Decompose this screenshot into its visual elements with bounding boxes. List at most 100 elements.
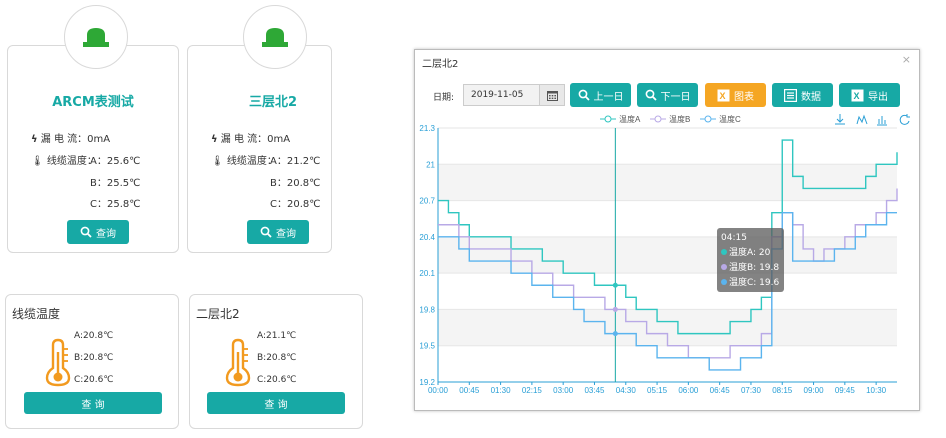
lightning-icon: ϟ (31, 134, 38, 145)
y-tick-label: 21.3 (419, 124, 435, 133)
x-tick-label: 03:45 (584, 386, 605, 395)
temp-a-row: A：25.6℃ (90, 156, 141, 167)
x-tick-label: 06:45 (710, 386, 731, 395)
next-day-button[interactable]: 下一日 (637, 83, 698, 107)
svg-text:X: X (720, 91, 726, 101)
temp-b-value: B:20.8℃ (74, 353, 114, 363)
thermometer-icon: 🌡 (211, 156, 224, 167)
calendar-icon (546, 90, 558, 101)
bar-chart-icon[interactable] (877, 116, 887, 126)
tooltip-time: 04:15 (721, 233, 747, 243)
legend-marker (654, 115, 662, 123)
device-title: 三层北2 (248, 95, 298, 110)
list-icon (784, 88, 797, 102)
temp-a-row: A：21.2℃ (270, 156, 321, 167)
temp-c-row: C：25.8℃ (90, 199, 141, 210)
temp-card-title: 二层北2 (196, 307, 240, 321)
prev-day-button[interactable]: 上一日 (570, 83, 631, 107)
alarm-light-icon (262, 28, 288, 47)
y-tick-label: 19.5 (419, 342, 435, 351)
device-title: ARCM表测试 (52, 95, 134, 110)
cable-temp-card: 线缆温度 A:20.8℃ B:20.8℃ C:20.6℃ 查 询 (5, 294, 179, 429)
device-status-circle (243, 5, 307, 69)
excel-icon: X (717, 89, 730, 101)
temp-b-value: B:20.8℃ (257, 353, 297, 363)
temp-a-value: 25.6℃ (106, 156, 141, 167)
close-icon[interactable]: × (902, 53, 911, 66)
temp-b-row: B：25.5℃ (90, 178, 141, 189)
x-tick-label: 04:30 (616, 386, 637, 395)
query-button[interactable]: 查询 (247, 220, 309, 244)
series-point-3 (612, 331, 618, 337)
leakage-value: 0mA (87, 134, 111, 145)
search-icon (645, 89, 657, 101)
tooltip-c: 温度C: 19.6 (729, 278, 780, 288)
x-tick-label: 05:15 (647, 386, 668, 395)
modal-title: 二层北2 (422, 59, 459, 70)
query-button[interactable]: 查 询 (207, 392, 345, 414)
thermometer-icon (45, 338, 71, 387)
alarm-light-icon (83, 28, 109, 47)
x-tick-label: 09:00 (804, 386, 825, 395)
leakage-value: 0mA (267, 134, 291, 145)
x-tick-label: 00:45 (459, 386, 480, 395)
lightning-icon: ϟ (211, 134, 218, 145)
thermometer-icon (225, 338, 251, 387)
y-tick-label: 19.8 (419, 305, 435, 314)
x-tick-label: 01:30 (491, 386, 512, 395)
x-tick-label: 03:00 (553, 386, 574, 395)
leakage-row: ϟ 漏 电 流：0mA (211, 134, 291, 145)
chart-view-button[interactable]: X 图表 (705, 83, 766, 107)
query-button[interactable]: 查询 (67, 220, 129, 244)
date-label: 日期: (433, 93, 455, 103)
x-tick-label: 09:45 (835, 386, 856, 395)
legend-label: 温度C (719, 114, 741, 124)
tooltip-b: 温度B: 19.8 (729, 263, 780, 273)
temp-a-value: 21.2℃ (286, 156, 321, 167)
x-tick-label: 07:30 (741, 386, 762, 395)
temp-a-value: A:21.1℃ (257, 331, 297, 341)
legend-label: 温度A (619, 114, 641, 124)
x-tick-label: 06:00 (678, 386, 699, 395)
temp-card-title: 线缆温度 (12, 307, 61, 321)
search-icon (578, 89, 590, 101)
search-icon (80, 226, 92, 238)
export-button[interactable]: X 导出 (839, 83, 900, 107)
leakage-row: ϟ 漏 电 流：0mA (31, 134, 111, 145)
calendar-button[interactable] (539, 84, 565, 106)
chart-modal: 二层北2 × 日期: 2019-11-05 上一日 下一日 X 图表 数据 X … (414, 49, 920, 411)
y-tick-label: 20.7 (419, 197, 435, 206)
temp-c-value: 20.8℃ (286, 199, 321, 210)
legend-marker (704, 115, 712, 123)
device-status-circle (64, 5, 128, 69)
download-icon[interactable] (835, 114, 845, 125)
series-point-2 (612, 306, 618, 312)
tooltip-a: 温度A: 20 (729, 248, 771, 258)
temp-c-value: 25.8℃ (106, 199, 141, 210)
data-view-button[interactable]: 数据 (772, 83, 833, 107)
series-point-1 (612, 282, 618, 288)
grid-band (438, 236, 897, 274)
refresh-icon[interactable] (899, 114, 910, 125)
chart-tooltip: 04:15 温度A: 20 温度B: 19.8 温度C: 19.6 (717, 228, 784, 292)
x-tick-label: 10:30 (866, 386, 887, 395)
x-tick-label: 08:15 (772, 386, 793, 395)
temperature-line-chart: 19.219.519.820.120.420.72121.300:00 00:45… (419, 114, 910, 395)
query-button[interactable]: 查 询 (24, 392, 162, 414)
cable-temp-row: 🌡 线缆温度： (211, 156, 277, 167)
x-tick-label: 02:15 (522, 386, 543, 395)
thermometer-icon: 🌡 (31, 156, 44, 167)
legend-label: 温度B (669, 114, 690, 124)
legend-marker (604, 115, 612, 123)
svg-text:X: X (854, 91, 860, 101)
cable-temp-row: 🌡 线缆温度： (31, 156, 97, 167)
line-chart-icon[interactable] (856, 114, 868, 125)
north2-temp-card: 二层北2 A:21.1℃ B:20.8℃ C:20.6℃ 查 询 (189, 294, 363, 429)
temp-b-value: 20.8℃ (286, 178, 321, 189)
temp-b-value: 25.5℃ (106, 178, 141, 189)
temp-b-row: B：20.8℃ (270, 178, 321, 189)
search-icon (260, 226, 272, 238)
excel-icon: X (851, 89, 864, 101)
y-tick-label: 20.1 (419, 269, 435, 278)
y-tick-label: 21 (426, 160, 435, 169)
